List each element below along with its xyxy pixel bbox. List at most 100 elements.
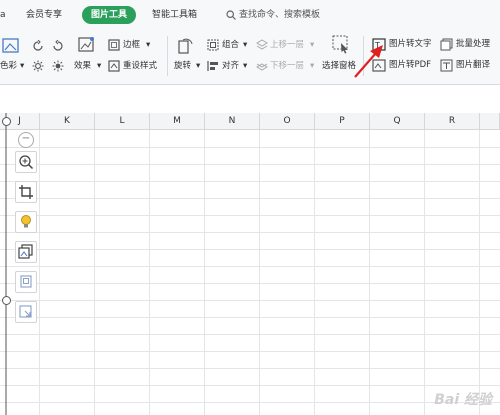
- align-icon: [207, 61, 218, 71]
- border-button[interactable]: 边框: [123, 39, 140, 51]
- copy-image-icon: [18, 244, 33, 259]
- picture-translate-icon: [440, 59, 453, 72]
- gridline: [0, 198, 500, 199]
- smart-suggest-button[interactable]: [15, 211, 37, 233]
- gridline: [204, 130, 205, 415]
- zoom-in-icon: [19, 155, 34, 170]
- send-backward-dropdown-icon[interactable]: ▾: [310, 60, 314, 72]
- lightbulb-icon: [21, 215, 31, 228]
- group-dropdown-icon[interactable]: ▾: [243, 39, 247, 51]
- gridline: [479, 130, 480, 415]
- selection-pane-icon[interactable]: [332, 35, 350, 54]
- brightness-icon[interactable]: [32, 60, 44, 72]
- search-placeholder: 查找命令、搜索模板: [239, 10, 321, 20]
- rotate-icon[interactable]: [178, 36, 194, 54]
- bring-forward-button[interactable]: 上移一层: [270, 39, 304, 51]
- ribbon-divider: [167, 36, 168, 76]
- picture-to-pdf-button[interactable]: 图片转PDF: [389, 59, 431, 71]
- align-button[interactable]: 对齐: [222, 60, 239, 72]
- rotate-button[interactable]: 旋转: [174, 60, 191, 72]
- batch-process-icon: [440, 38, 453, 51]
- gridline: [94, 130, 95, 415]
- gridline: [0, 334, 500, 335]
- gridline: [39, 130, 40, 415]
- rotate-right-icon[interactable]: [52, 40, 64, 52]
- column-header-n[interactable]: N: [205, 113, 260, 130]
- rotate-dropdown-icon[interactable]: ▾: [196, 60, 200, 72]
- bring-forward-icon: [256, 39, 268, 50]
- zoom-in-button[interactable]: [15, 151, 37, 173]
- column-header-p[interactable]: P: [315, 113, 370, 130]
- ribbon-toolbar: 色彩 ▾ 效果 ▾ 边框 ▾ 重设样式 旋转 ▾ 组合 ▾ 对齐 ▾ 上移一层 …: [0, 30, 500, 85]
- contrast-icon[interactable]: [52, 60, 64, 72]
- align-dropdown-icon[interactable]: ▾: [243, 60, 247, 72]
- resize-handle-top[interactable]: [2, 117, 11, 126]
- collapse-toolbar-button[interactable]: −: [18, 132, 34, 148]
- color-button[interactable]: 色彩: [0, 60, 17, 72]
- image-select-icon: [19, 305, 32, 318]
- column-header-m[interactable]: M: [150, 113, 205, 130]
- bring-forward-dropdown-icon[interactable]: ▾: [310, 39, 314, 51]
- column-header-partial[interactable]: [480, 113, 500, 130]
- spreadsheet-grid[interactable]: J K L M N O P Q R: [0, 113, 500, 415]
- effect-button[interactable]: 效果: [74, 60, 91, 72]
- search-icon: [226, 10, 236, 20]
- effect-icon[interactable]: [78, 36, 96, 53]
- gridline: [0, 300, 500, 301]
- tab-smart-toolbox[interactable]: 智能工具箱: [152, 6, 197, 24]
- send-backward-icon: [256, 63, 268, 71]
- layers-button[interactable]: [15, 271, 37, 293]
- column-header-r[interactable]: R: [425, 113, 480, 130]
- picture-to-text-button[interactable]: 图片转文字: [389, 38, 432, 50]
- annotation-arrow: [354, 45, 383, 78]
- group-button[interactable]: 组合: [222, 39, 239, 51]
- tab-picture-tools[interactable]: 图片工具: [82, 6, 137, 24]
- gridline: [0, 385, 500, 386]
- crop-button[interactable]: [15, 181, 37, 203]
- gridline: [0, 181, 500, 182]
- reset-style-icon: [108, 60, 120, 72]
- send-backward-button[interactable]: 下移一层: [270, 60, 304, 72]
- formula-area: [0, 85, 500, 113]
- gridline: [0, 266, 500, 267]
- selection-pane-button[interactable]: 选择窗格: [322, 60, 356, 72]
- picture-float-toolbar: −: [0, 113, 38, 415]
- gridline: [0, 147, 500, 148]
- group-icon: [207, 39, 219, 51]
- gridline: [424, 130, 425, 415]
- gridline: [0, 283, 500, 284]
- gridline: [0, 215, 500, 216]
- tab-member[interactable]: 会员专享: [26, 6, 62, 24]
- reset-style-button[interactable]: 重设样式: [123, 60, 157, 72]
- layers-icon: [20, 275, 32, 288]
- color-icon[interactable]: [2, 38, 20, 54]
- gridline: [0, 249, 500, 250]
- command-search[interactable]: 查找命令、搜索模板: [226, 6, 320, 24]
- crop-icon: [19, 185, 33, 199]
- gridline: [0, 368, 500, 369]
- rotate-left-icon[interactable]: [32, 40, 44, 52]
- gridline: [0, 402, 500, 403]
- picture-translate-button[interactable]: 图片翻译: [456, 59, 490, 71]
- gridline: [0, 317, 500, 318]
- gridline: [369, 130, 370, 415]
- effect-dropdown-icon[interactable]: ▾: [97, 60, 101, 72]
- image-select-button[interactable]: [15, 301, 37, 323]
- tab-partial[interactable]: a: [0, 6, 6, 24]
- gridline: [0, 351, 500, 352]
- resize-handle-middle[interactable]: [2, 296, 11, 305]
- gridline: [259, 130, 260, 415]
- column-header-o[interactable]: O: [260, 113, 315, 130]
- watermark: Bai 经验: [434, 392, 492, 408]
- picture-selection-edge: [5, 113, 7, 415]
- gridline: [0, 232, 500, 233]
- copy-image-button[interactable]: [15, 241, 37, 263]
- border-dropdown-icon[interactable]: ▾: [146, 39, 150, 51]
- gridline: [0, 164, 500, 165]
- column-header-l[interactable]: L: [95, 113, 150, 130]
- color-dropdown-icon[interactable]: ▾: [20, 60, 24, 72]
- column-header-k[interactable]: K: [40, 113, 95, 130]
- batch-process-button[interactable]: 批量处理: [456, 38, 490, 50]
- column-header-q[interactable]: Q: [370, 113, 425, 130]
- gridline: [149, 130, 150, 415]
